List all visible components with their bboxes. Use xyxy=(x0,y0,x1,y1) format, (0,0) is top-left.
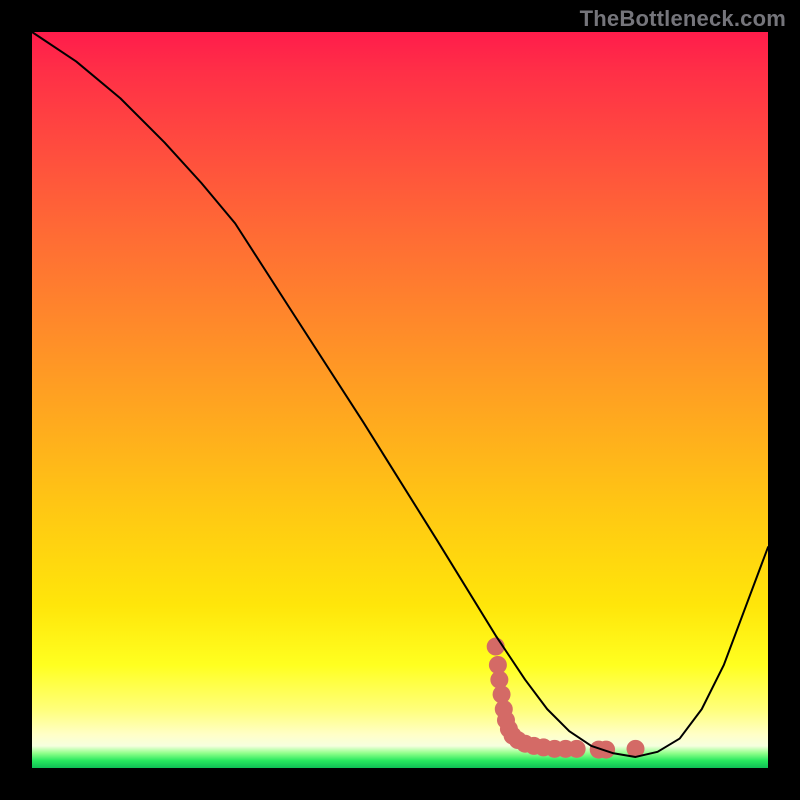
curve-path xyxy=(32,32,768,757)
plot-area xyxy=(32,32,768,768)
watermark-text: TheBottleneck.com xyxy=(580,6,786,32)
chart-container: TheBottleneck.com xyxy=(0,0,800,800)
highlight-dot xyxy=(568,740,586,758)
plot-svg xyxy=(32,32,768,768)
highlight-dots-group xyxy=(487,638,645,759)
